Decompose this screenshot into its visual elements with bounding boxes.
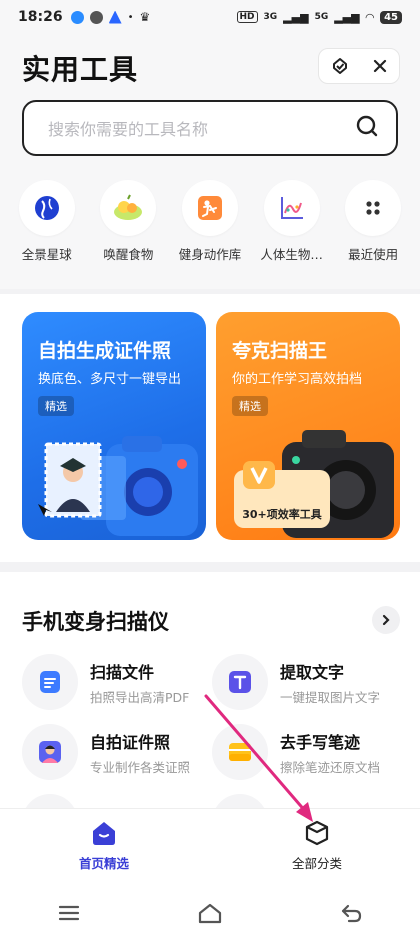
bottom-tab-bar: 首页精选 全部分类 xyxy=(0,808,420,890)
section-title: 手机变身扫描仪 xyxy=(22,610,169,634)
tool-id-photo[interactable]: 自拍证件照 专业制作各类证照 xyxy=(22,724,222,780)
hd-badge: HD xyxy=(236,11,258,23)
food-icon xyxy=(100,180,157,236)
home-nav-icon[interactable] xyxy=(197,902,223,928)
shortcut-recent[interactable]: 最近使用 xyxy=(334,180,412,263)
tool-desc: 拍照导出高清PDF xyxy=(90,689,190,705)
promo-card-id-photo[interactable]: 自拍生成证件照 换底色、多尺寸一键导出 精选 xyxy=(22,312,206,540)
biology-chart-icon xyxy=(263,180,320,236)
promo-subtitle: 换底色、多尺寸一键导出 xyxy=(38,372,182,387)
category-box-icon xyxy=(305,820,329,846)
tool-name: 自拍证件照 xyxy=(90,732,171,752)
partial-tool-icon xyxy=(22,794,78,808)
v-logo-icon xyxy=(243,461,275,489)
globe-icon xyxy=(18,180,75,236)
menu-icon[interactable] xyxy=(58,904,80,926)
promo-section: 自拍生成证件照 换底色、多尺寸一键导出 精选 夸克扫描王 你的工作学习高效拍档 … xyxy=(0,294,420,562)
home-icon xyxy=(93,822,115,845)
notification-icons: • ♛ xyxy=(70,10,151,24)
shortcut-label: 健身动作库 xyxy=(178,247,242,262)
tab-all-categories[interactable]: 全部分类 xyxy=(257,819,377,872)
crown-icon: ♛ xyxy=(139,10,151,24)
signal-icon-2: ▂▄▆ xyxy=(334,10,360,24)
tool-desc: 专业制作各类证照 xyxy=(90,759,191,775)
shortcut-food[interactable]: 唤醒食物 xyxy=(89,180,167,263)
camera-id-photo-illustration xyxy=(38,436,198,536)
status-bar: 18:26 • ♛ HD 3G ▂▄▆ 5G ▂▄▆ ◠ 45 xyxy=(0,0,420,34)
shortcut-label: 全景星球 xyxy=(21,247,72,262)
header-area: 实用工具 搜索你需要的工具名称 全景星球 唤醒食物 健身动作库 人体生物… 最近… xyxy=(0,34,420,289)
shortcut-biology[interactable]: 人体生物… xyxy=(253,180,331,263)
promo-title: 自拍生成证件照 xyxy=(38,340,172,362)
portrait-icon xyxy=(22,724,78,780)
search-input[interactable]: 搜索你需要的工具名称 xyxy=(22,100,398,156)
tool-desc: 一键提取图片文字 xyxy=(280,689,381,705)
page-title: 实用工具 xyxy=(22,53,139,86)
capsule-actions xyxy=(318,48,400,84)
back-icon[interactable] xyxy=(340,903,362,927)
close-icon[interactable] xyxy=(372,58,388,74)
network-5g-label: 5G xyxy=(314,12,329,22)
tab-home-featured[interactable]: 首页精选 xyxy=(44,819,164,872)
shortcut-label: 人体生物… xyxy=(260,247,323,262)
recent-dots-icon xyxy=(345,180,402,236)
search-placeholder: 搜索你需要的工具名称 xyxy=(48,120,209,139)
chevron-right-icon[interactable] xyxy=(372,606,400,634)
text-extract-icon xyxy=(212,654,268,710)
fitness-icon xyxy=(181,180,238,236)
dot-icon: • xyxy=(127,11,134,23)
scanner-section: 手机变身扫描仪 扫描文件 拍照导出高清PDF 提取文字 一键提取图片文字 自拍证… xyxy=(0,572,420,808)
shortcut-label: 最近使用 xyxy=(348,247,399,262)
tool-name: 去手写笔迹 xyxy=(280,732,361,752)
shortcut-fitness[interactable]: 健身动作库 xyxy=(171,180,249,263)
system-nav-bar xyxy=(0,890,420,940)
shortcut-label: 唤醒食物 xyxy=(103,247,154,262)
compass-icon xyxy=(89,10,103,24)
tool-name: 提取文字 xyxy=(280,662,345,682)
document-icon xyxy=(22,654,78,710)
featured-tag: 精选 xyxy=(232,396,268,416)
tool-desc: 擦除笔迹还原文档 xyxy=(280,759,381,775)
network-3g-label: 3G xyxy=(263,12,278,22)
warning-icon xyxy=(108,10,122,24)
partial-tool-icon xyxy=(212,794,268,808)
shortcut-globe[interactable]: 全景星球 xyxy=(8,180,86,263)
eraser-icon xyxy=(212,724,268,780)
tool-scan-file[interactable]: 扫描文件 拍照导出高清PDF xyxy=(22,654,222,710)
tab-label: 首页精选 xyxy=(78,856,129,871)
refresh-shield-icon[interactable] xyxy=(330,56,350,76)
tab-label: 全部分类 xyxy=(291,856,342,871)
status-time: 18:26 xyxy=(18,9,63,25)
badge-text: 30+项效率工具 xyxy=(242,508,322,521)
battery-level: 45 xyxy=(380,10,402,24)
tool-name: 扫描文件 xyxy=(90,662,155,682)
tool-remove-handwriting[interactable]: 去手写笔迹 擦除笔迹还原文档 xyxy=(212,724,412,780)
tool-extract-text[interactable]: 提取文字 一键提取图片文字 xyxy=(212,654,412,710)
shortcut-row: 全景星球 唤醒食物 健身动作库 人体生物… 最近使用 xyxy=(0,180,420,263)
promo-card-quark-scanner[interactable]: 夸克扫描王 你的工作学习高效拍档 精选 30+项效率工具 xyxy=(216,312,400,540)
signal-icon: ▂▄▆ xyxy=(283,10,309,24)
status-right: HD 3G ▂▄▆ 5G ▂▄▆ ◠ 45 xyxy=(236,10,402,24)
search-icon[interactable] xyxy=(354,113,380,143)
promo-subtitle: 你的工作学习高效拍档 xyxy=(232,372,363,387)
app-notification-icon xyxy=(70,10,84,24)
efficiency-badge: 30+项效率工具 xyxy=(234,461,330,528)
promo-title: 夸克扫描王 xyxy=(232,340,328,362)
featured-tag: 精选 xyxy=(38,396,74,416)
wifi-icon: ◠ xyxy=(365,10,375,24)
